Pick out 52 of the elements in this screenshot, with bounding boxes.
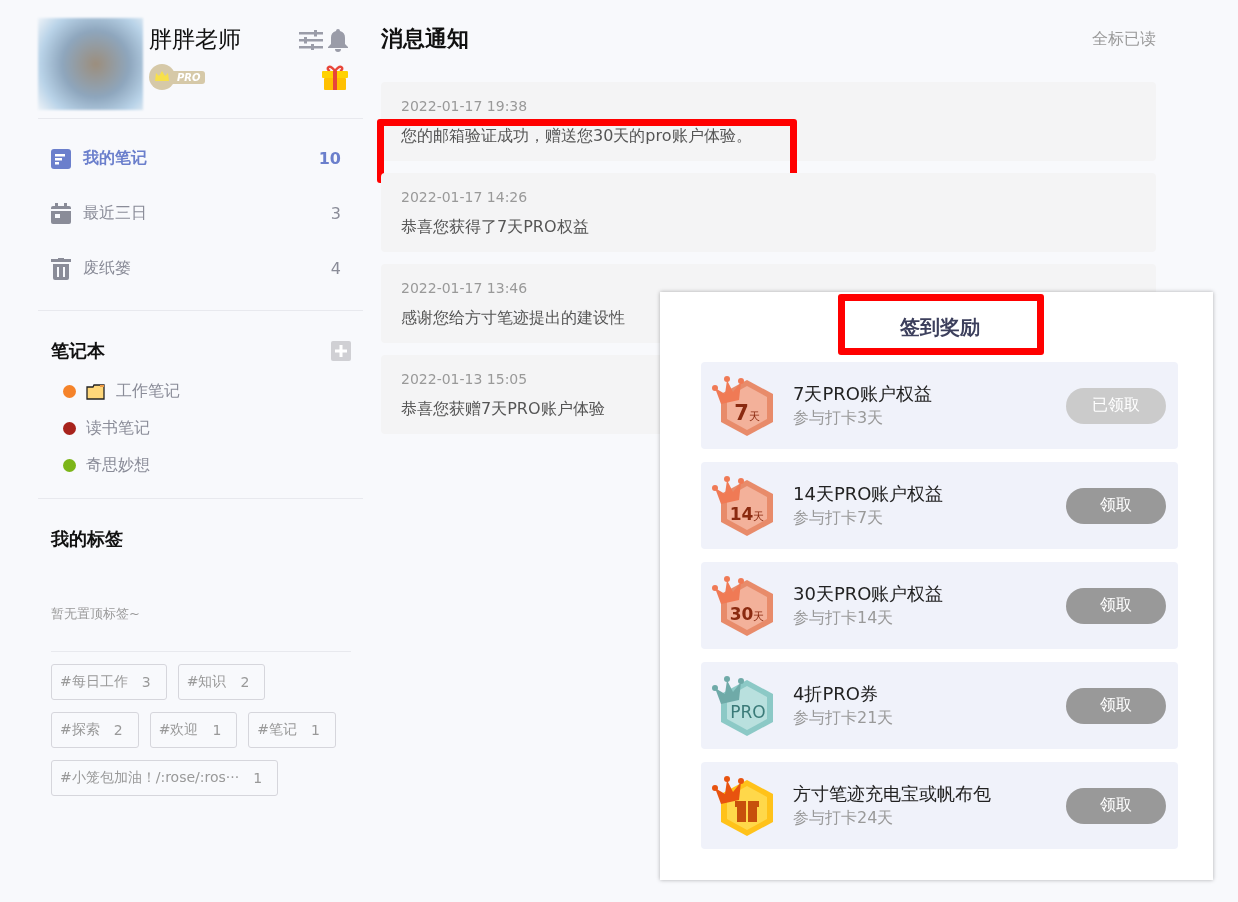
reward-requirement: 参与打卡7天	[793, 508, 885, 529]
crown-hexagon-badge	[711, 773, 775, 838]
trash-icon	[51, 257, 71, 280]
message-text: 感谢您给方寸笔迹提出的建设性	[401, 308, 625, 329]
message-time: 2022-01-17 13:46	[401, 280, 529, 296]
mark-all-read-link[interactable]: 全标已读	[1092, 28, 1156, 50]
tag-chip[interactable]: #欢迎 1	[149, 712, 238, 748]
calendar-icon	[51, 203, 71, 224]
note-icon	[51, 148, 71, 169]
message-text: 恭喜您获得了7天PRO权益	[401, 217, 589, 238]
nav-item[interactable]: 废纸篓 4	[38, 241, 363, 296]
reward-title: 4折PRO券	[793, 682, 879, 706]
empty-hint: 暂无置顶标签~	[51, 605, 141, 623]
message-text: 您的邮箱验证成功，赠送您30天的pro账户体验。	[401, 126, 752, 147]
tag-chip[interactable]: #笔记 1	[248, 712, 336, 748]
tag-chip[interactable]: #探索 2	[51, 712, 139, 748]
reward-title: 30天PRO账户权益	[793, 582, 945, 606]
claim-button[interactable]: 领取	[1066, 787, 1166, 824]
sliders-icon[interactable]	[299, 29, 323, 50]
claim-button[interactable]: 领取	[1066, 687, 1166, 724]
tag-chip[interactable]: #小笼包加油！/:rose/:ros··· 1	[51, 760, 279, 796]
claim-button[interactable]: 领取	[1066, 487, 1166, 524]
reward-title: 14天PRO账户权益	[793, 482, 945, 506]
pro-label: PRO	[173, 70, 205, 84]
reward-title: 7天PRO账户权益	[793, 382, 933, 406]
message-time: 2022-01-17 19:38	[401, 98, 529, 114]
nav-item[interactable]: 最近三日 3	[38, 186, 363, 241]
tag-chip[interactable]: #知识 2	[177, 664, 266, 700]
nav-item[interactable]: 我的笔记 10	[38, 131, 363, 186]
bell-icon[interactable]	[327, 27, 349, 52]
reward-requirement: 参与打卡24天	[793, 808, 895, 829]
crown-icon	[149, 64, 175, 90]
claim-button[interactable]: 领取	[1066, 587, 1166, 624]
notebook-item[interactable]: 读书笔记	[51, 410, 351, 447]
reward-requirement: 参与打卡3天	[793, 408, 885, 429]
page-title: 消息通知	[381, 25, 469, 53]
folder-icon	[86, 383, 106, 400]
notebook-item[interactable]: 工作笔记	[51, 373, 351, 410]
section-heading: 笔记本	[51, 339, 105, 363]
notebook-item[interactable]: 奇思妙想	[51, 447, 351, 484]
section-heading: 我的标签	[51, 527, 123, 551]
user-name: 胖胖老师	[149, 25, 241, 54]
message-text: 恭喜您获赠7天PRO账户体验	[401, 399, 605, 420]
message-time: 2022-01-17 14:26	[401, 189, 529, 205]
reward-requirement: 参与打卡21天	[793, 708, 895, 729]
reward-title: 方寸笔迹充电宝或帆布包	[793, 782, 992, 806]
message-time: 2022-01-13 15:05	[401, 371, 529, 387]
gift-icon[interactable]	[321, 63, 349, 91]
popup-title: 签到奖励	[899, 313, 980, 341]
add-icon[interactable]	[331, 341, 351, 361]
tag-chip[interactable]: #每日工作 3	[51, 664, 167, 700]
reward-requirement: 参与打卡14天	[793, 608, 895, 629]
